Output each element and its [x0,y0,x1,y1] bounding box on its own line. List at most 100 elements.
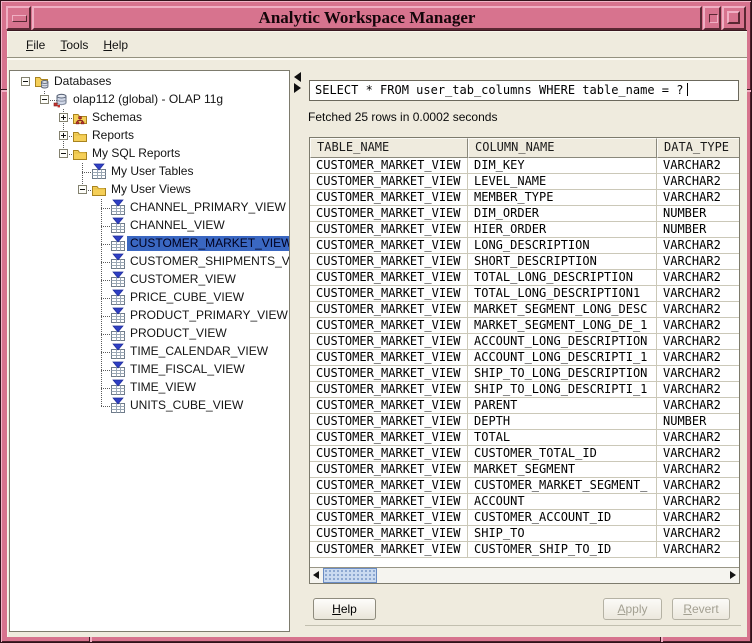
tree-item-label: My User Tables [108,164,196,179]
table-cell: CUSTOMER_MARKET_VIEW [310,206,468,221]
titlebar[interactable]: Analytic Workspace Manager [6,6,746,30]
table-cell: HIER_ORDER [468,222,657,237]
tree-item-time-calendar-view[interactable]: TIME_CALENDAR_VIEW [10,343,289,361]
table-row[interactable]: CUSTOMER_MARKET_VIEWSHIP_TO_LONG_DESCRIP… [310,382,739,398]
table-row[interactable]: CUSTOMER_MARKET_VIEWTOTAL_LONG_DESCRIPTI… [310,286,739,302]
collapse-toggle-icon[interactable] [21,77,30,86]
view-table-icon [110,308,126,324]
collapse-toggle-icon[interactable] [40,95,49,104]
table-row[interactable]: CUSTOMER_MARKET_VIEWACCOUNTVARCHAR2 [310,494,739,510]
table-cell: SHIP_TO_LONG_DESCRIPTION [468,366,657,381]
expand-toggle-icon[interactable] [59,113,68,122]
menu-item-tools[interactable]: Tools [60,38,88,52]
table-row[interactable]: CUSTOMER_MARKET_VIEWLONG_DESCRIPTIONVARC… [310,238,739,254]
tree-item-my-user-tables[interactable]: My User Tables [10,163,289,181]
menu-item-file[interactable]: File [26,38,45,52]
table-cell: VARCHAR2 [657,462,739,477]
table-row[interactable]: CUSTOMER_MARKET_VIEWLEVEL_NAMEVARCHAR2 [310,174,739,190]
table-cell: TOTAL_LONG_DESCRIPTION1 [468,286,657,301]
collapse-toggle-icon[interactable] [78,185,87,194]
tree-item-product-primary-view[interactable]: PRODUCT_PRIMARY_VIEW [10,307,289,325]
minimize-button[interactable] [703,6,721,30]
tree-item-customer-shipments-view[interactable]: CUSTOMER_SHIPMENTS_VIEW [10,253,289,271]
table-row[interactable]: CUSTOMER_MARKET_VIEWCUSTOMER_ACCOUNT_IDV… [310,510,739,526]
table-cell: MARKET_SEGMENT [468,462,657,477]
table-cell: CUSTOMER_MARKET_VIEW [310,462,468,477]
tree-item-price-cube-view[interactable]: PRICE_CUBE_VIEW [10,289,289,307]
tree-guide [101,397,102,406]
menubar-separator [7,57,747,60]
table-cell: VARCHAR2 [657,190,739,205]
table-row[interactable]: CUSTOMER_MARKET_VIEWDIM_KEYVARCHAR2 [310,158,739,174]
table-row[interactable]: CUSTOMER_MARKET_VIEWHIER_ORDERNUMBER [310,222,739,238]
folder-icon [72,146,88,162]
sql-query-input[interactable]: SELECT * FROM user_tab_columns WHERE tab… [309,80,739,101]
titlebar-title-area[interactable]: Analytic Workspace Manager [32,6,702,30]
tree-item-units-cube-view[interactable]: UNITS_CUBE_VIEW [10,397,289,415]
table-row[interactable]: CUSTOMER_MARKET_VIEWCUSTOMER_MARKET_SEGM… [310,478,739,494]
help-button[interactable]: Help [313,598,376,620]
tree-item-schemas[interactable]: Schemas [10,109,289,127]
table-row[interactable]: CUSTOMER_MARKET_VIEWSHIP_TO_LONG_DESCRIP… [310,366,739,382]
table-cell: DEPTH [468,414,657,429]
table-cell: VARCHAR2 [657,494,739,509]
table-cell: VARCHAR2 [657,158,739,173]
tree-item-reports[interactable]: Reports [10,127,289,145]
column-header-column_name[interactable]: COLUMN_NAME [468,138,657,158]
view-table-icon [110,326,126,342]
tree-item-label: CHANNEL_PRIMARY_VIEW [127,200,289,215]
column-header-table_name[interactable]: TABLE_NAME [310,138,468,158]
table-row[interactable]: CUSTOMER_MARKET_VIEWPARENTVARCHAR2 [310,398,739,414]
tree-item-time-view[interactable]: TIME_VIEW [10,379,289,397]
revert-button[interactable]: Revert [672,598,730,620]
maximize-button[interactable] [722,6,746,30]
scrollbar-track[interactable] [323,568,726,583]
tree-guide [101,379,102,397]
table-row[interactable]: CUSTOMER_MARKET_VIEWDEPTHNUMBER [310,414,739,430]
folder-database-icon [34,74,50,90]
tree-item-time-fiscal-view[interactable]: TIME_FISCAL_VIEW [10,361,289,379]
table-row[interactable]: CUSTOMER_MARKET_VIEWCUSTOMER_SHIP_TO_IDV… [310,542,739,558]
collapse-toggle-icon[interactable] [59,149,68,158]
tree-item-customer-view[interactable]: CUSTOMER_VIEW [10,271,289,289]
table-row[interactable]: CUSTOMER_MARKET_VIEWSHIP_TOVARCHAR2 [310,526,739,542]
tree-item-channel-primary-view[interactable]: CHANNEL_PRIMARY_VIEW [10,199,289,217]
column-header-data_type[interactable]: DATA_TYPE [657,138,739,158]
results-scrollpane: TABLE_NAMECOLUMN_NAMEDATA_TYPE CUSTOMER_… [309,137,740,584]
apply-button[interactable]: Apply [603,598,662,620]
table-row[interactable]: CUSTOMER_MARKET_VIEWTOTALVARCHAR2 [310,430,739,446]
h-scrollbar[interactable] [310,567,739,583]
table-cell: SHIP_TO_LONG_DESCRIPTI_1 [468,382,657,397]
expand-toggle-icon[interactable] [59,131,68,140]
splitter-collapse-left-icon[interactable] [294,72,301,82]
table-row[interactable]: CUSTOMER_MARKET_VIEWACCOUNT_LONG_DESCRIP… [310,350,739,366]
splitter-collapse-right-icon[interactable] [294,83,301,93]
table-row[interactable]: CUSTOMER_MARKET_VIEWMARKET_SEGMENT_LONG_… [310,302,739,318]
content-area: File Tools Help Databasesolap112 (global) … [7,30,747,637]
scroll-left-button[interactable] [310,568,323,583]
tree-item-label: TIME_VIEW [127,380,199,395]
tree-item-olap112-global-olap-11g[interactable]: olap112 (global) - OLAP 11g [10,91,289,109]
table-cell: VARCHAR2 [657,318,739,333]
table-cell: CUSTOMER_MARKET_VIEW [310,382,468,397]
tree-item-my-user-views[interactable]: My User Views [10,181,289,199]
scrollbar-thumb[interactable] [323,568,377,583]
table-row[interactable]: CUSTOMER_MARKET_VIEWMARKET_SEGMENT_LONG_… [310,318,739,334]
tree-item-channel-view[interactable]: CHANNEL_VIEW [10,217,289,235]
menu-item-help[interactable]: Help [103,38,128,52]
scroll-right-button[interactable] [726,568,739,583]
table-cell: LEVEL_NAME [468,174,657,189]
frame-notch [660,637,663,642]
table-row[interactable]: CUSTOMER_MARKET_VIEWMEMBER_TYPEVARCHAR2 [310,190,739,206]
table-row[interactable]: CUSTOMER_MARKET_VIEWDIM_ORDERNUMBER [310,206,739,222]
tree-item-customer-market-view[interactable]: CUSTOMER_MARKET_VIEW [10,235,289,253]
tree-item-product-view[interactable]: PRODUCT_VIEW [10,325,289,343]
table-row[interactable]: CUSTOMER_MARKET_VIEWACCOUNT_LONG_DESCRIP… [310,334,739,350]
table-row[interactable]: CUSTOMER_MARKET_VIEWSHORT_DESCRIPTIONVAR… [310,254,739,270]
tree-item-my-sql-reports[interactable]: My SQL Reports [10,145,289,163]
window-menu-button[interactable] [6,6,31,30]
tree-item-databases[interactable]: Databases [10,73,289,91]
table-row[interactable]: CUSTOMER_MARKET_VIEWCUSTOMER_TOTAL_IDVAR… [310,446,739,462]
table-row[interactable]: CUSTOMER_MARKET_VIEWTOTAL_LONG_DESCRIPTI… [310,270,739,286]
table-row[interactable]: CUSTOMER_MARKET_VIEWMARKET_SEGMENTVARCHA… [310,462,739,478]
